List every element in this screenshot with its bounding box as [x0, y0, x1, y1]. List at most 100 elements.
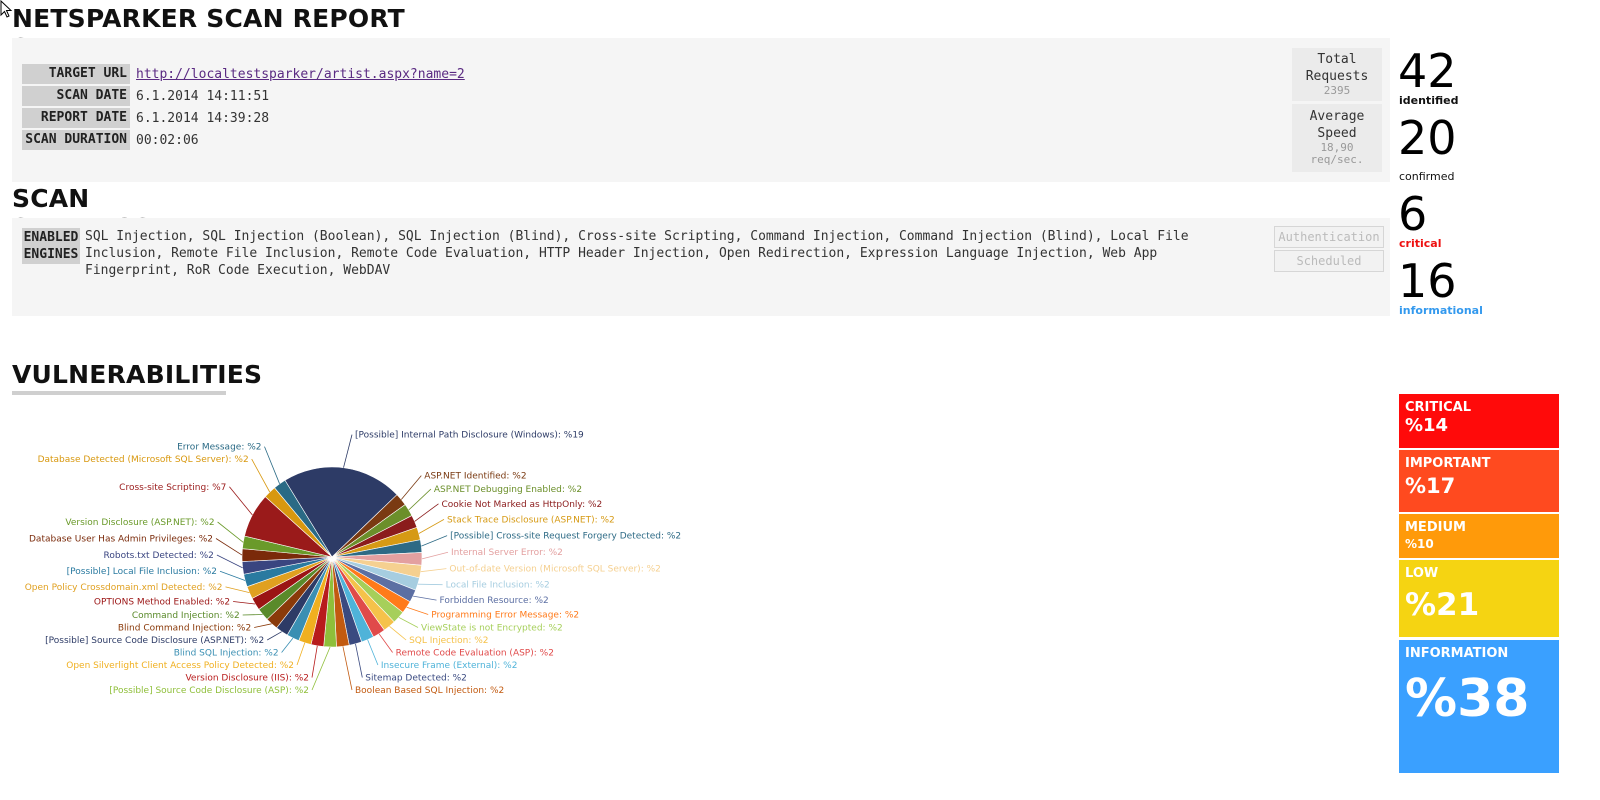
pie-leader-line — [242, 614, 263, 616]
pie-leader-line — [267, 631, 282, 641]
pie-leader-line — [296, 642, 306, 666]
total-requests-title-1: Total — [1317, 52, 1357, 67]
pie-slice-label: Robots.txt Detected: %2 — [104, 551, 214, 561]
pie-leader-line — [408, 488, 432, 511]
enabled-engines-label-2: ENGINES — [23, 247, 79, 262]
informational-label: informational — [1399, 304, 1483, 317]
enabled-engines-label: ENABLED ENGINES — [22, 228, 80, 264]
identified-count: 42 — [1398, 44, 1457, 98]
pie-leader-line — [421, 551, 449, 560]
pie-slice-label: Command Injection: %2 — [132, 611, 240, 621]
severity-information-percent: %38 — [1405, 669, 1530, 729]
average-speed-title-2: Speed — [1317, 126, 1357, 141]
pie-slice-label: Version Disclosure (IIS): %2 — [185, 674, 309, 684]
scan-date-value: 6.1.2014 14:11:51 — [136, 88, 270, 104]
pie-leader-line — [417, 583, 443, 586]
severity-important: IMPORTANT %17 — [1399, 450, 1559, 512]
severity-important-percent: %17 — [1405, 474, 1456, 498]
pie-leader-line — [233, 601, 256, 605]
pie-slice-label: Cookie Not Marked as HttpOnly: %2 — [442, 500, 603, 510]
pie-slice-label: Cross-site Scripting: %7 — [119, 483, 226, 493]
severity-low-name: LOW — [1405, 566, 1439, 581]
pie-slice-label: Blind Command Injection: %2 — [118, 624, 251, 634]
pie-leader-line — [215, 538, 243, 556]
informational-count: 16 — [1398, 254, 1457, 308]
report-date-label: REPORT DATE — [22, 108, 130, 128]
pie-slice-label: Error Message: %2 — [177, 443, 261, 453]
total-requests-value: 2395 — [1323, 84, 1351, 97]
pie-leader-line — [421, 535, 448, 547]
total-requests-title-2: Requests — [1305, 69, 1369, 84]
report-date-value: 6.1.2014 14:39:28 — [136, 110, 270, 126]
pie-leader-line — [229, 486, 253, 516]
severity-information: INFORMATION %38 — [1399, 640, 1559, 773]
severity-medium-name: MEDIUM — [1405, 520, 1466, 535]
pie-slice-label: Programming Error Message: %2 — [431, 611, 579, 621]
severity-low: LOW %21 — [1399, 560, 1559, 637]
target-url-link[interactable]: http://localtestsparker/artist.aspx?name… — [136, 67, 465, 82]
pie-slice-label: [Possible] Internal Path Disclosure (Win… — [355, 431, 584, 441]
pie-leader-line — [414, 503, 439, 522]
pie-leader-line — [281, 637, 294, 653]
total-requests-box: Total Requests 2395 — [1292, 48, 1382, 101]
pie-slice-label: SQL Injection: %2 — [409, 636, 488, 646]
pie-leader-line — [355, 643, 363, 678]
authentication-button[interactable]: Authentication — [1274, 226, 1384, 248]
scan-date-row: SCAN DATE 6.1.2014 14:11:51 — [22, 86, 269, 106]
pie-leader-line — [389, 625, 407, 641]
pie-slice-label: ASP.NET Debugging Enabled: %2 — [434, 485, 582, 495]
pie-slice-label: Insecure Frame (External): %2 — [381, 661, 518, 671]
pie-slice-label: Blind SQL Injection: %2 — [174, 649, 279, 659]
pie-slice-label: [Possible] Cross-site Request Forgery De… — [450, 532, 681, 542]
scan-duration-row: SCAN DURATION 00:02:06 — [22, 130, 199, 150]
pie-slice-label: Local File Inclusion: %2 — [446, 581, 550, 591]
severity-critical: CRITICAL %14 — [1399, 394, 1559, 448]
severity-medium-percent: %10 — [1405, 537, 1434, 551]
report-date-row: REPORT DATE 6.1.2014 14:39:28 — [22, 108, 269, 128]
pie-leader-line — [367, 639, 379, 666]
pie-leader-line — [343, 434, 353, 468]
pie-leader-line — [254, 623, 272, 628]
average-speed-box: Average Speed 18,90 req/sec. — [1292, 104, 1382, 172]
average-speed-title-1: Average — [1309, 109, 1365, 124]
pie-slice-label: [Possible] Local File Inclusion: %2 — [67, 567, 217, 577]
critical-count: 6 — [1398, 187, 1428, 241]
scan-date-label: SCAN DATE — [22, 86, 130, 106]
pie-slice-label: Open Policy Crossdomain.xml Detected: %2 — [25, 583, 223, 593]
pie-leader-line — [378, 633, 393, 653]
pie-leader-line — [406, 606, 429, 615]
pie-leader-line — [400, 475, 422, 500]
pie-leader-line — [398, 617, 419, 628]
pie-leader-line — [217, 521, 244, 543]
severity-important-name: IMPORTANT — [1405, 456, 1491, 471]
pie-leader-line — [311, 645, 318, 678]
pie-slice-label: Version Disclosure (ASP.NET): %2 — [65, 518, 214, 528]
enabled-engines-label-1: ENABLED — [23, 230, 79, 245]
pie-slice-label: Stack Trace Disclosure (ASP.NET): %2 — [447, 515, 615, 525]
report-summary-panel: TARGET URL http://localtestsparker/artis… — [12, 38, 1390, 182]
pie-leader-line — [219, 570, 246, 581]
pie-slice-label: OPTIONS Method Enabled: %2 — [94, 598, 230, 608]
scan-duration-value: 00:02:06 — [136, 132, 199, 148]
severity-information-name: INFORMATION — [1405, 646, 1509, 661]
severity-critical-percent: %14 — [1405, 415, 1449, 436]
pie-leader-line — [342, 646, 353, 691]
scheduled-button[interactable]: Scheduled — [1274, 250, 1384, 272]
target-url-row: TARGET URL http://localtestsparker/artis… — [22, 64, 465, 84]
pie-slice-label: Forbidden Resource: %2 — [440, 596, 549, 606]
pie-slice-label: Database Detected (Microsoft SQL Server)… — [38, 455, 249, 465]
pie-slice-label: Boolean Based SQL Injection: %2 — [355, 686, 504, 696]
pie-leader-line — [216, 554, 243, 569]
pie-leader-line — [311, 646, 331, 691]
pie-slice-label: Database User Has Admin Privileges: %2 — [29, 535, 213, 545]
pie-slice-label: Out-of-date Version (Microsoft SQL Serve… — [449, 565, 660, 575]
scan-settings-panel: ENABLED ENGINES SQL Injection, SQL Injec… — [12, 218, 1390, 316]
pie-slice-label: ASP.NET Identified: %2 — [424, 472, 526, 482]
scan-duration-label: SCAN DURATION — [22, 130, 130, 150]
vulnerability-pie-chart: [Possible] Internal Path Disclosure (Win… — [25, 431, 681, 696]
target-url-label: TARGET URL — [22, 64, 130, 84]
confirmed-count: 20 — [1398, 111, 1457, 165]
severity-medium: MEDIUM %10 — [1399, 514, 1559, 558]
enabled-engines-list: SQL Injection, SQL Injection (Boolean), … — [85, 229, 1189, 278]
pie-leader-line — [264, 446, 280, 484]
